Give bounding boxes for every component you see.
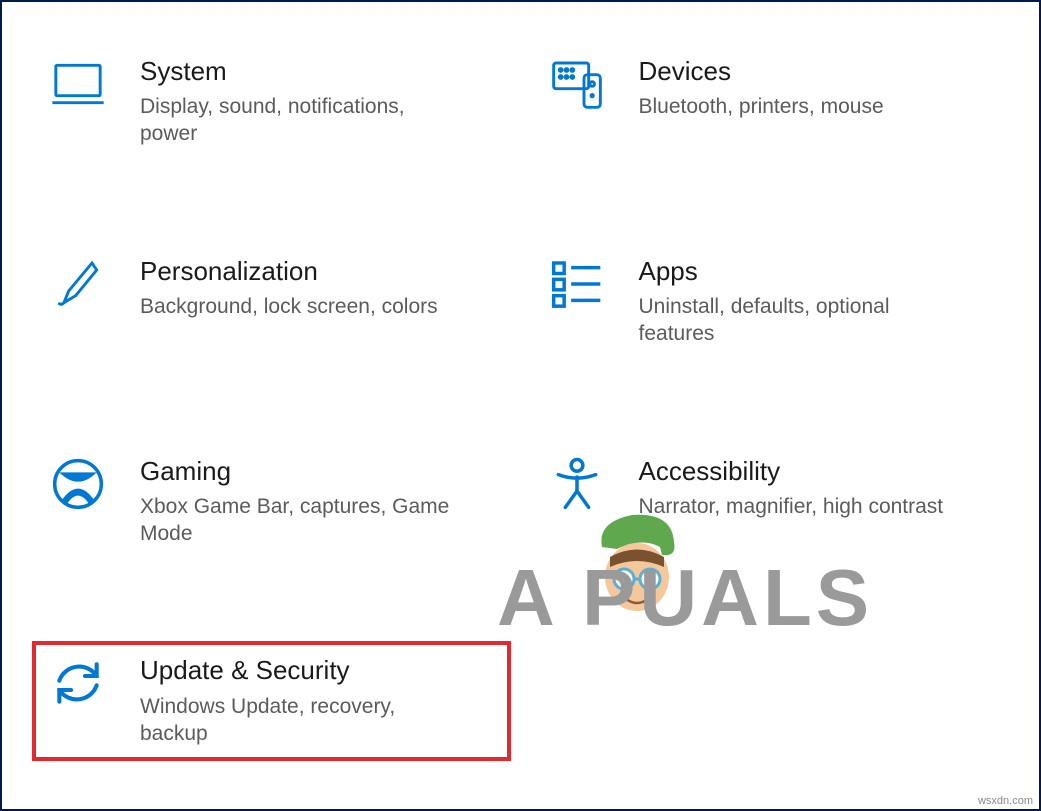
tile-title: Devices	[639, 56, 884, 87]
tile-desc: Xbox Game Bar, captures, Game Mode	[140, 493, 450, 548]
tile-title: Gaming	[140, 456, 450, 487]
devices-icon	[545, 54, 609, 118]
tile-apps[interactable]: Apps Uninstall, defaults, optional featu…	[531, 242, 1010, 362]
tile-devices[interactable]: Devices Bluetooth, printers, mouse	[531, 42, 1010, 162]
tile-title: Personalization	[140, 256, 438, 287]
tile-text: Gaming Xbox Game Bar, captures, Game Mod…	[140, 454, 450, 548]
tile-title: Accessibility	[639, 456, 944, 487]
tile-title: System	[140, 56, 450, 87]
tile-desc: Windows Update, recovery, backup	[140, 693, 450, 748]
tile-text: System Display, sound, notifications, po…	[140, 54, 450, 148]
tile-text: Apps Uninstall, defaults, optional featu…	[639, 254, 949, 348]
tile-desc: Narrator, magnifier, high contrast	[639, 493, 944, 520]
settings-grid: System Display, sound, notifications, po…	[2, 2, 1039, 791]
tile-title: Update & Security	[140, 655, 450, 686]
tile-gaming[interactable]: Gaming Xbox Game Bar, captures, Game Mod…	[32, 442, 511, 562]
accessibility-icon	[545, 454, 609, 518]
gaming-icon	[46, 454, 110, 518]
personalization-icon	[46, 254, 110, 318]
tile-desc: Bluetooth, printers, mouse	[639, 93, 884, 120]
tile-desc: Display, sound, notifications, power	[140, 93, 450, 148]
tile-system[interactable]: System Display, sound, notifications, po…	[32, 42, 511, 162]
tile-desc: Uninstall, defaults, optional features	[639, 293, 949, 348]
tile-text: Accessibility Narrator, magnifier, high …	[639, 454, 944, 520]
tile-text: Personalization Background, lock screen,…	[140, 254, 438, 320]
system-icon	[46, 54, 110, 118]
tile-accessibility[interactable]: Accessibility Narrator, magnifier, high …	[531, 442, 1010, 562]
tile-update-security[interactable]: Update & Security Windows Update, recove…	[32, 641, 511, 761]
tile-text: Update & Security Windows Update, recove…	[140, 653, 450, 747]
tile-desc: Background, lock screen, colors	[140, 293, 438, 320]
tile-personalization[interactable]: Personalization Background, lock screen,…	[32, 242, 511, 362]
tile-title: Apps	[639, 256, 949, 287]
apps-icon	[545, 254, 609, 318]
attribution-text: wsxdn.com	[978, 795, 1033, 807]
tile-text: Devices Bluetooth, printers, mouse	[639, 54, 884, 120]
update-security-icon	[46, 653, 110, 717]
